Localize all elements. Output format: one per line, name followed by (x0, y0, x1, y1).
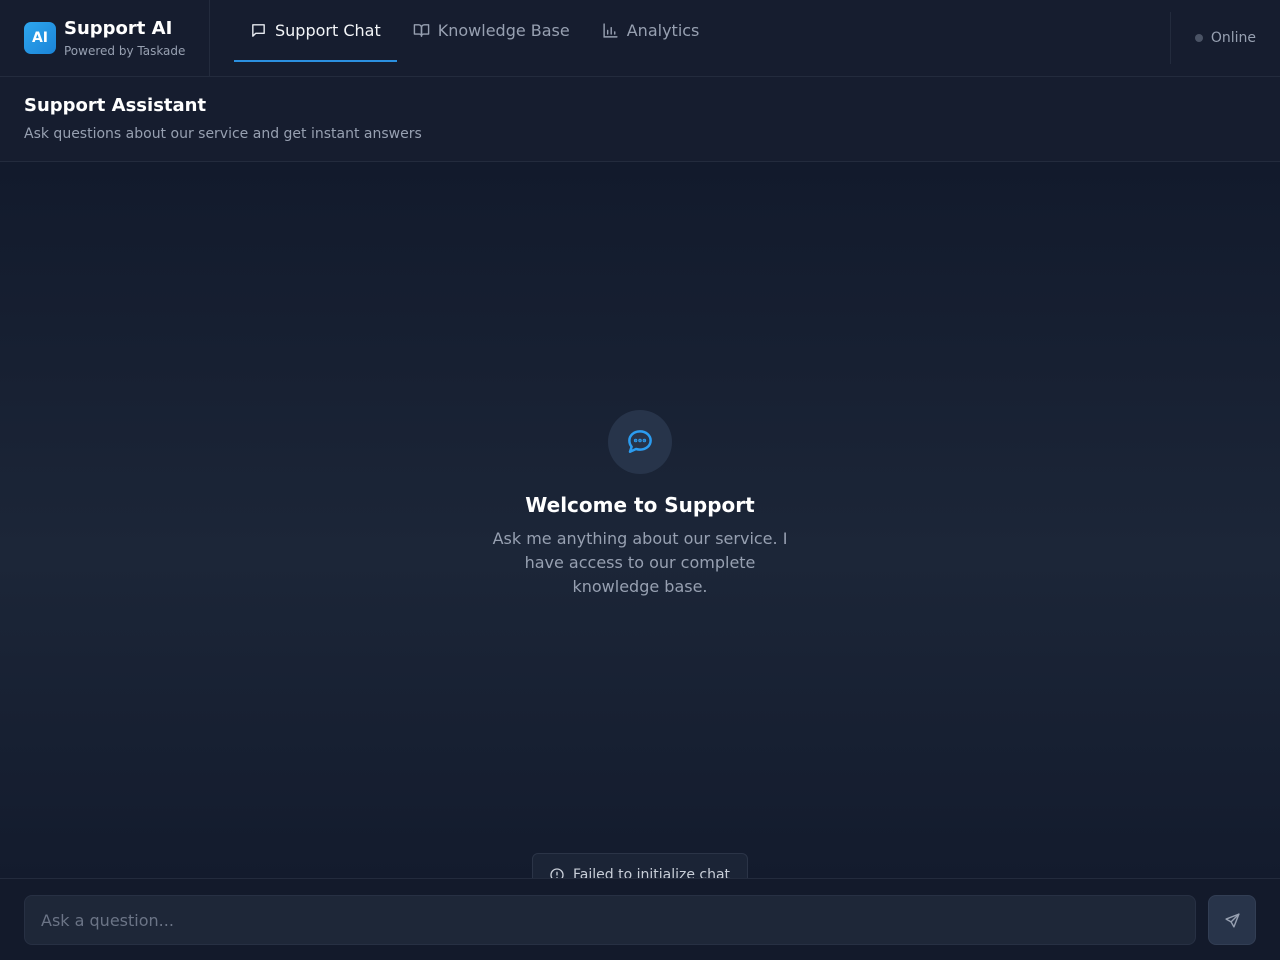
status-label: Online (1210, 30, 1256, 46)
chat-bubble-icon (252, 23, 265, 37)
page-subtitle: Ask questions about our service and get … (24, 126, 422, 142)
question-input[interactable] (24, 895, 1196, 945)
tab-label: Analytics (626, 20, 700, 40)
page-title: Support Assistant (24, 95, 207, 116)
connection-status: Online (1170, 12, 1280, 64)
send-button[interactable] (1208, 895, 1256, 945)
composer-bar (0, 878, 1280, 960)
brand-title: Support AI (64, 17, 173, 39)
top-nav-bar: AI Support AI Powered by Taskade Support… (0, 0, 1280, 77)
welcome-message: Ask me anything about our service. I hav… (492, 529, 788, 596)
tab-label: Knowledge Base (437, 20, 570, 40)
page-header: Support Assistant Ask questions about ou… (0, 77, 1280, 162)
tab-support-chat[interactable]: Support Chat (234, 0, 397, 62)
status-dot (1194, 34, 1203, 42)
info-circle-icon (550, 868, 564, 878)
welcome-panel: Welcome to Support Ask me anything about… (0, 410, 1280, 599)
welcome-icon-circle (608, 410, 672, 474)
brand: AI Support AI Powered by Taskade (0, 0, 210, 76)
error-toast: Failed to initialize chat (532, 853, 748, 878)
tab-knowledge-base[interactable]: Knowledge Base (397, 0, 586, 62)
tab-analytics[interactable]: Analytics (586, 0, 716, 62)
book-open-icon (413, 23, 430, 37)
chat-messages-area[interactable]: Welcome to Support Ask me anything about… (0, 162, 1280, 878)
error-message: Failed to initialize chat (573, 867, 731, 878)
bar-chart-icon (603, 22, 618, 38)
brand-subtitle: Powered by Taskade (64, 43, 186, 58)
brand-logo: AI (24, 22, 56, 54)
tab-label: Support Chat (275, 20, 381, 40)
send-icon (1224, 912, 1240, 928)
chat-dots-icon (628, 430, 652, 453)
main-tabs: Support Chat Knowledge Base Analytics (234, 0, 1170, 76)
brand-text: Support AI Powered by Taskade (64, 18, 185, 59)
welcome-title: Welcome to Support (525, 493, 755, 517)
